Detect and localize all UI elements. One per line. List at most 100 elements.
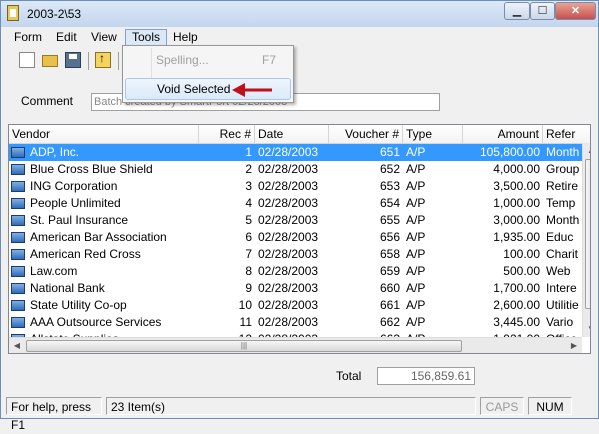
spelling-label: Spelling...	[156, 53, 209, 67]
horizontal-scrollbar[interactable]: ◀ ||| ▶	[9, 337, 582, 353]
menu-view[interactable]: View	[85, 29, 123, 46]
cell-rec: 10	[238, 298, 252, 312]
cell-rec: 2	[245, 162, 252, 176]
cell-date: 02/28/2003	[258, 315, 319, 329]
cell-type: A/P	[406, 196, 426, 210]
window-title: 2003-2\53	[27, 7, 82, 21]
cell-voucher: 660	[379, 281, 400, 295]
voucher-icon	[11, 164, 25, 175]
cell-rec: 9	[245, 281, 252, 295]
vertical-scroll-thumb[interactable]	[585, 159, 590, 309]
toolbar	[2, 48, 598, 75]
column-header-rec[interactable]: Rec #	[199, 125, 255, 143]
cell-rec: 8	[245, 264, 252, 278]
cell-type: A/P	[406, 162, 426, 176]
cell-amount: 100.00	[503, 247, 540, 261]
cell-amount: 1,935.00	[493, 230, 540, 244]
toolbar-separator	[118, 52, 119, 70]
document-icon	[7, 5, 19, 21]
new-document-icon[interactable]	[19, 52, 35, 68]
cell-type: A/P	[406, 264, 426, 278]
scroll-left-icon[interactable]: ◀	[9, 338, 25, 353]
cell-rec: 11	[239, 315, 252, 329]
cell-voucher: 662	[379, 315, 400, 329]
table-row[interactable]: AAA Outsource Services 11 02/28/2003 662 A/P…	[9, 314, 590, 331]
column-header-amount[interactable]: Amount	[463, 125, 543, 143]
menu-form[interactable]: Form	[8, 29, 48, 46]
folder-up-icon[interactable]	[95, 51, 111, 68]
arrow-head	[232, 83, 245, 97]
voucher-icon	[11, 283, 25, 294]
table-row[interactable]: St. Paul Insurance 5 02/28/2003 655 A/P 3,000…	[9, 212, 590, 229]
voucher-icon	[11, 317, 25, 328]
spelling-shortcut: F7	[262, 53, 277, 67]
cell-date: 02/28/2003	[258, 230, 319, 244]
voucher-icon	[11, 215, 25, 226]
cell-type: A/P	[406, 230, 426, 244]
maximize-button[interactable]: ☐	[530, 2, 555, 20]
cell-voucher: 655	[379, 213, 400, 227]
table-row[interactable]: Law.com 8 02/28/2003 659 A/P 500.00 Web	[9, 263, 590, 280]
table-row[interactable]: American Red Cross 7 02/28/2003 658 A/P 100.0…	[9, 246, 590, 263]
table-row[interactable]: People Unlimited 4 02/28/2003 654 A/P 1,000.0…	[9, 195, 590, 212]
cell-rec: 6	[245, 230, 252, 244]
table-row[interactable]: Blue Cross Blue Shield 2 02/28/2003 652 A/P 4…	[9, 161, 590, 178]
cell-date: 02/28/2003	[258, 162, 319, 176]
cell-amount: 3,445.00	[493, 315, 540, 329]
cell-rec: 4	[245, 196, 252, 210]
menu-item-spelling[interactable]: Spelling... F7	[125, 49, 291, 71]
cell-amount: 500.00	[503, 264, 540, 278]
voucher-icon	[11, 266, 25, 277]
save-icon[interactable]	[65, 52, 81, 68]
table-row[interactable]: American Bar Association 6 02/28/2003 656 A/…	[9, 229, 590, 246]
table-row[interactable]: National Bank 9 02/28/2003 660 A/P 1,700.00 In…	[9, 280, 590, 297]
cell-amount: 4,000.00	[493, 162, 540, 176]
cell-voucher: 653	[379, 179, 400, 193]
cell-vendor: State Utility Co-op	[30, 298, 127, 312]
cell-amount: 1,700.00	[493, 281, 540, 295]
horizontal-scroll-thumb[interactable]: |||	[26, 340, 462, 352]
cell-voucher: 656	[379, 230, 400, 244]
menu-tools[interactable]: Tools	[125, 29, 168, 46]
cell-type: A/P	[406, 298, 426, 312]
close-button[interactable]: ✕	[555, 2, 596, 20]
cell-vendor: American Bar Association	[30, 230, 167, 244]
menu-help[interactable]: Help	[167, 29, 204, 46]
cell-date: 02/28/2003	[258, 179, 319, 193]
table-row[interactable]: State Utility Co-op 10 02/28/2003 661 A/P 2,6…	[9, 297, 590, 314]
scroll-up-icon[interactable]: ▲	[583, 143, 590, 159]
cell-vendor: St. Paul Insurance	[30, 213, 129, 227]
cell-voucher: 658	[379, 247, 400, 261]
total-label: Total	[336, 369, 362, 383]
voucher-icon	[11, 181, 25, 192]
minimize-button[interactable]: ▁	[504, 2, 530, 20]
cell-date: 02/28/2003	[258, 145, 319, 159]
cell-type: A/P	[406, 145, 426, 159]
title-bar: 2003-2\53 ▁ ☐ ✕	[1, 1, 598, 27]
cell-vendor: AAA Outsource Services	[30, 315, 162, 329]
cell-voucher: 652	[379, 162, 400, 176]
column-header-vendor[interactable]: Vendor	[9, 125, 199, 143]
table-row[interactable]: ING Corporation 3 02/28/2003 653 A/P 3,500.00…	[9, 178, 590, 195]
menu-edit[interactable]: Edit	[50, 29, 83, 46]
column-header-date[interactable]: Date	[255, 125, 329, 143]
vertical-scrollbar[interactable]: ▲ ▼	[582, 143, 590, 337]
cell-amount: 1,000.00	[493, 196, 540, 210]
cell-rec: 5	[245, 213, 252, 227]
column-header-voucher[interactable]: Voucher #	[329, 125, 403, 143]
cell-rec: 7	[245, 247, 252, 261]
cell-rec: 1	[245, 145, 252, 159]
voucher-icon	[11, 249, 25, 260]
table-row[interactable]: ADP, Inc. 1 02/28/2003 651 A/P 105,800.00 Mont…	[9, 144, 590, 161]
open-folder-icon[interactable]	[42, 55, 58, 67]
voucher-icon	[11, 300, 25, 311]
voucher-icon	[11, 147, 25, 158]
column-header-refer[interactable]: Refer	[543, 125, 590, 143]
status-caps: CAPS	[480, 397, 524, 415]
scroll-down-icon[interactable]: ▼	[583, 321, 590, 337]
column-header-type[interactable]: Type	[403, 125, 463, 143]
cell-date: 02/28/2003	[258, 281, 319, 295]
cell-date: 02/28/2003	[258, 196, 319, 210]
scroll-right-icon[interactable]: ▶	[566, 338, 582, 353]
voucher-icon	[11, 232, 25, 243]
